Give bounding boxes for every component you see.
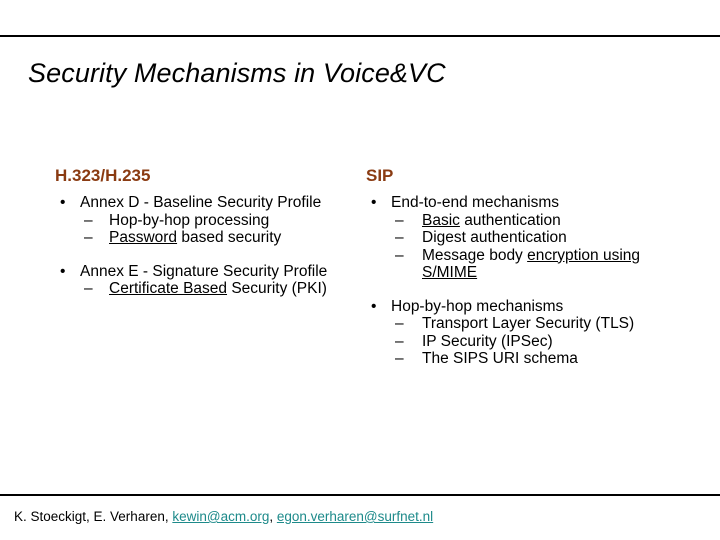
sub-bullet-list: – Basic authentication – Digest authenticat… [391, 212, 676, 282]
sub-bullet-text: IP Security (IPSec) [422, 333, 553, 350]
bullet-text: Annex D - Baseline Security Profile [80, 194, 355, 212]
sub-bullet-dash-icon: – [84, 211, 93, 229]
sub-bullet-text: Certificate Based Security (PKI) [109, 280, 327, 297]
plain-text: The SIPS URI schema [422, 350, 578, 367]
plain-text: Annex E - Signature Security Profile [80, 262, 328, 280]
bullet-list-sip: • End-to-end mechanisms – Basic authenticat… [366, 194, 676, 368]
sub-bullet-item: – The SIPS URI schema [393, 350, 676, 368]
plain-text: Digest authentication [422, 229, 567, 246]
sub-bullet-text: Message body encryption using S/MIME [422, 247, 640, 282]
title-divider-top [0, 35, 720, 37]
bullet-text: Annex E - Signature Security Profile [80, 263, 355, 281]
plain-text: Hop-by-hop processing [109, 211, 270, 229]
plain-text: Hop-by-hop mechanisms [391, 297, 564, 315]
bullet-marker-icon: • [60, 194, 66, 211]
footer-authors: K. Stoeckigt, E. Verharen, [14, 509, 173, 524]
bullet-item: • Annex E - Signature Security Profile – Ce… [55, 263, 355, 298]
sub-bullet-dash-icon: – [395, 229, 404, 246]
bullet-text: Hop-by-hop mechanisms [391, 298, 676, 316]
sub-bullet-item: – Certificate Based Security (PKI) [82, 280, 355, 298]
sub-bullet-dash-icon: – [395, 246, 404, 264]
bullet-text: End-to-end mechanisms [391, 194, 676, 212]
bullet-marker-icon: • [60, 262, 66, 280]
sub-bullet-dash-icon: – [395, 211, 404, 229]
bullet-marker-icon: • [371, 194, 377, 211]
footer-separator: , [269, 509, 277, 524]
sub-bullet-text: Hop-by-hop processing [109, 212, 269, 229]
sub-bullet-item: – Transport Layer Security (TLS) [393, 315, 676, 333]
plain-text: IP Security (IPSec) [422, 332, 553, 350]
sub-bullet-text: The SIPS URI schema [422, 350, 578, 367]
bullet-item: • End-to-end mechanisms – Basic authenticat… [366, 194, 676, 282]
sub-bullet-item: – Message body encryption using S/MIME [393, 247, 676, 282]
page-title: Security Mechanisms in Voice&VC [28, 58, 446, 88]
bullet-marker-icon: • [371, 297, 377, 315]
email-link-egon[interactable]: egon.verharen@surfnet.nl [277, 509, 433, 524]
bullet-item: • Annex D - Baseline Security Profile – Hop… [55, 194, 355, 247]
emphasis-text: Certificate Based [109, 280, 228, 297]
sub-bullet-item: – Digest authentication [393, 229, 676, 247]
sub-bullet-list: – Transport Layer Security (TLS) – IP Secur… [391, 315, 676, 368]
sub-bullet-dash-icon: – [84, 280, 93, 297]
column-sip: SIP • End-to-end mechanisms – Basic authent… [366, 166, 676, 368]
emphasis-text: Basic [422, 211, 460, 229]
footer-divider [0, 494, 720, 496]
email-link-kewin[interactable]: kewin@acm.org [172, 509, 269, 524]
bullet-list-h323: • Annex D - Baseline Security Profile – Hop… [55, 194, 355, 298]
sub-bullet-item: – Password based security [82, 229, 355, 247]
plain-text: based security [177, 229, 282, 246]
column-heading-sip: SIP [366, 166, 394, 185]
sub-bullet-item: – IP Security (IPSec) [393, 333, 676, 351]
sub-bullet-text: Digest authentication [422, 229, 567, 246]
sub-bullet-text: Basic authentication [422, 212, 561, 229]
plain-text: Transport Layer Security (TLS) [422, 315, 635, 332]
plain-text: Security (PKI) [227, 280, 327, 297]
slide: Security Mechanisms in Voice&VC H.323/H.… [0, 0, 720, 540]
plain-text: Annex D - Baseline Security Profile [80, 194, 322, 211]
sub-bullet-dash-icon: – [395, 315, 404, 332]
sub-bullet-list: – Hop-by-hop processing – Password based se… [80, 212, 355, 247]
sub-bullet-dash-icon: – [395, 332, 404, 350]
plain-text: Message body [422, 246, 528, 264]
sub-bullet-dash-icon: – [395, 350, 404, 367]
plain-text: authentication [459, 211, 561, 229]
column-heading-h323: H.323/H.235 [55, 166, 151, 185]
emphasis-text: Password [109, 229, 178, 246]
sub-bullet-dash-icon: – [84, 229, 93, 246]
plain-text: End-to-end mechanisms [391, 194, 559, 211]
sub-bullet-list: – Certificate Based Security (PKI) [80, 280, 355, 298]
footer: K. Stoeckigt, E. Verharen, kewin@acm.org… [14, 509, 433, 525]
sub-bullet-item: – Basic authentication [393, 212, 676, 230]
sub-bullet-item: – Hop-by-hop processing [82, 212, 355, 230]
column-h323: H.323/H.235 • Annex D - Baseline Security… [55, 166, 355, 298]
bullet-item: • Hop-by-hop mechanisms – Transport Layer S… [366, 298, 676, 368]
sub-bullet-text: Password based security [109, 229, 281, 246]
sub-bullet-text: Transport Layer Security (TLS) [422, 315, 634, 332]
